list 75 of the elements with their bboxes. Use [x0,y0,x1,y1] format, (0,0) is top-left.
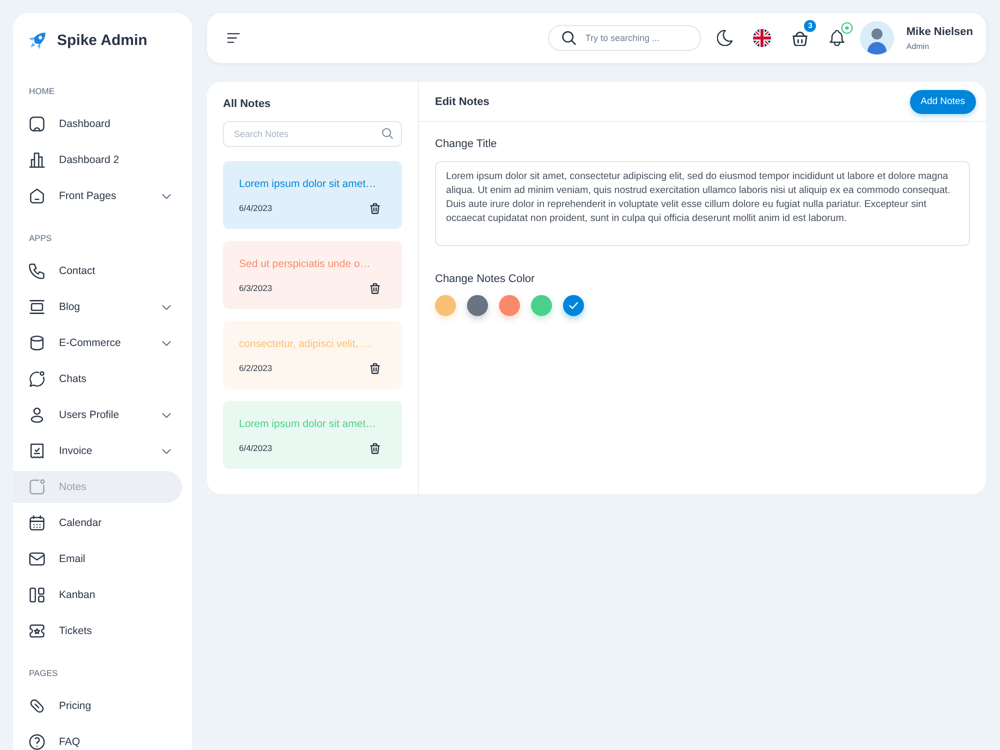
flag-icon[interactable] [753,29,772,47]
trash-icon[interactable] [370,282,380,294]
note-title: Lorem ipsum dolor sit amet… [239,417,378,431]
note-card[interactable]: Sed ut perspiciatis unde o… 6/3/2023 [223,241,402,309]
nav-item[interactable]: Users Profile [13,399,182,431]
note-date: 6/3/2023 [239,283,272,293]
receipt-icon [29,443,45,459]
section-heading: APPS [28,232,53,244]
question-icon [29,734,45,750]
color-swatch[interactable] [467,295,488,316]
avatar-silhouette-icon[interactable] [860,21,894,55]
nav-item[interactable]: Front Pages [13,180,182,212]
bell-icon[interactable] [829,30,846,46]
note-card[interactable]: Lorem ipsum dolor sit amet… 6/4/2023 [223,161,402,229]
note-title: Lorem ipsum dolor sit amet… [239,177,378,191]
bar-chart-icon [29,152,45,168]
trash-icon[interactable] [370,442,380,454]
moon-icon[interactable] [717,30,734,46]
nav-item[interactable]: Contact [13,255,182,287]
search-icon [562,31,576,45]
color-swatch[interactable] [563,295,584,316]
house-icon [29,188,45,204]
nav-item[interactable]: E-Commerce [13,327,182,359]
note-icon [29,479,45,495]
editor-heading: Edit Notes [435,96,490,108]
calendar-icon [29,515,45,531]
screen-icon [29,116,45,132]
note-date: 6/4/2023 [239,443,272,453]
search-field[interactable]: Try to searching ... [548,25,702,51]
nav-item[interactable]: Blog [13,291,182,323]
trash-icon[interactable] [370,362,380,374]
columns-icon [29,587,45,603]
chat-bubble-icon [29,371,45,387]
mail-icon [29,551,45,567]
basket-icon[interactable] [792,30,808,46]
nav-item[interactable]: Chats [13,363,182,395]
note-text-field[interactable]: Lorem ipsum dolor sit amet, consectetur adipiscing elit, sed do eiusmod tempor incididunt ut labore et dolore magna aliqua. Ut enim ad minim veniam, quis nostrud exercitation ullamco laboris nisi ut aliquip ex ea commodo consequat. Duis aute irure dolor in reprehenderit in voluptate velit esse cillum dolore eu fugiat nulla pariatur. Excepteur sint occaecat cupidatat non proident, sunt in culpa qui officia deserunt mollit anim id est laborum. [435,161,970,246]
note-title: consectetur, adipisci velit, … [239,337,372,351]
phone-icon [29,263,45,279]
ticket-icon [29,623,45,639]
note-card[interactable]: Lorem ipsum dolor sit amet… 6/4/2023 [223,401,402,469]
field-label: Change Title [435,138,498,150]
layout-icon [29,299,45,315]
nav-item[interactable]: Calendar [13,507,182,539]
logo-text: Spike Admin [57,32,148,48]
nav-item[interactable]: Dashboard [13,108,182,140]
section-heading: PAGES [28,667,59,679]
color-swatch[interactable] [499,295,520,316]
tag-icon [29,698,45,714]
menu-icon[interactable] [227,33,240,43]
section-heading: HOME [28,85,56,97]
note-date: 6/4/2023 [239,203,272,213]
field-label: Change Notes Color [435,273,536,285]
nav-item[interactable]: Kanban [13,579,182,611]
add-notes-button[interactable]: Add Notes [910,90,976,114]
user-icon [29,407,45,423]
cylinder-icon [29,335,45,351]
user-name: Mike Nielsen [906,26,973,38]
list-heading: All Notes [223,98,272,110]
note-date: 6/2/2023 [239,363,272,373]
nav-item[interactable]: Invoice [13,435,182,467]
nav-item[interactable]: Email [13,543,182,575]
note-card[interactable]: consectetur, adipisci velit, … 6/2/2023 [223,321,402,389]
search-notes-field[interactable]: Search Notes [223,121,402,147]
nav-item[interactable]: Pricing [13,690,182,722]
user-role: Admin [906,42,930,50]
note-title: Sed ut perspiciatis unde o… [239,257,372,271]
trash-icon[interactable] [370,202,380,214]
check-icon [569,302,578,309]
search-icon [382,128,393,139]
nav-item[interactable]: Dashboard 2 [13,144,182,176]
nav-item[interactable]: Tickets [13,615,182,647]
color-swatch[interactable] [531,295,552,316]
nav-item[interactable]: FAQ [13,726,182,750]
color-swatch[interactable] [435,295,456,316]
